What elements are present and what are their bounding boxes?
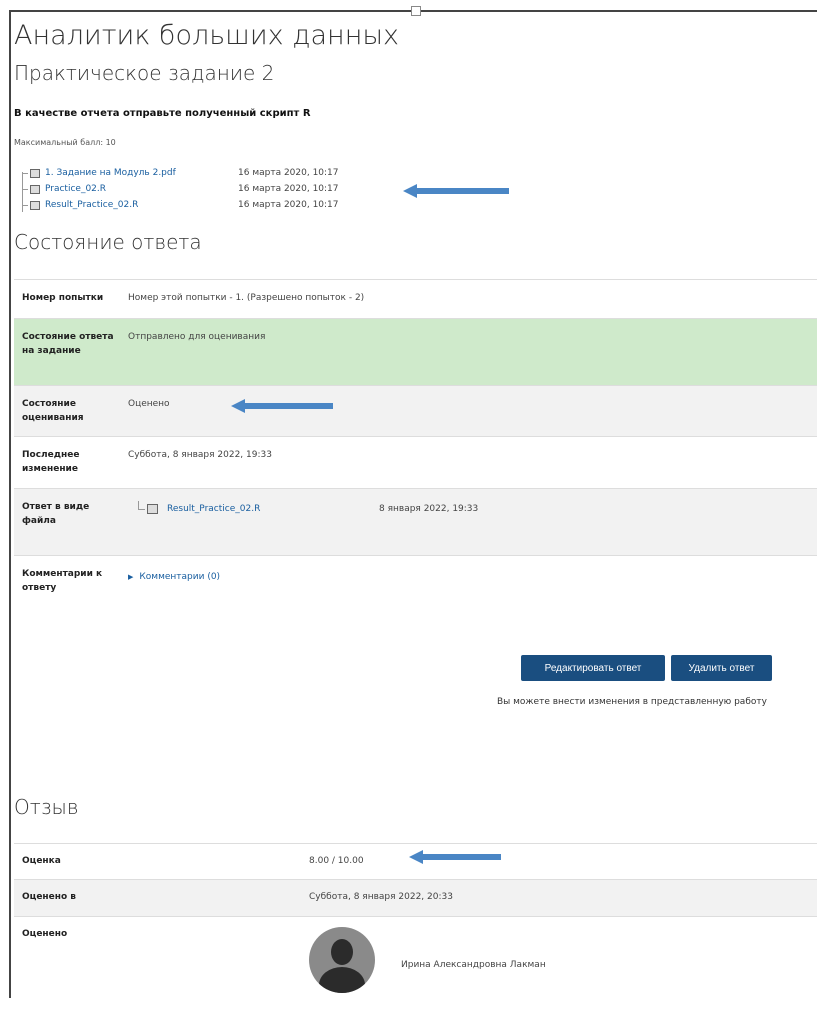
max-grade: Максимальный балл: 10 — [14, 138, 116, 147]
resize-handle[interactable] — [411, 6, 421, 16]
submission-status-value: Отправлено для оценивания — [122, 319, 817, 386]
submission-status-title: Состояние ответа — [14, 230, 202, 254]
table-row: Состояние оценивания Оценено — [14, 386, 817, 437]
attachment-date: 16 марта 2020, 10:17 — [238, 184, 339, 194]
attachment-link[interactable]: Result_Practice_02.R — [45, 200, 238, 210]
submitted-file-date: 8 января 2022, 19:33 — [379, 502, 478, 516]
file-icon — [147, 504, 158, 514]
tree-branch — [22, 205, 28, 206]
table-row: Оценено в Суббота, 8 января 2022, 20:33 — [14, 880, 817, 917]
row-label: Оценено в — [14, 880, 302, 917]
grade-value: 8.00 / 10.00 — [302, 844, 817, 880]
comments-toggle[interactable]: ▶ Комментарии (0) — [128, 570, 817, 584]
annotation-arrow — [231, 399, 333, 413]
file-icon — [30, 201, 40, 210]
annotation-arrow — [403, 184, 509, 198]
comments-link[interactable]: Комментарии (0) — [139, 572, 220, 582]
arrow-shaft — [243, 403, 333, 409]
row-label: Оценено — [14, 917, 302, 1029]
grader-info: Ирина Александровна Лакман — [309, 927, 817, 993]
table-row: Номер попытки Номер этой попытки - 1. (Р… — [14, 280, 817, 319]
row-label: Последнее изменение — [14, 437, 122, 489]
attachment-date: 16 марта 2020, 10:17 — [238, 168, 339, 178]
tree-branch — [22, 173, 28, 174]
pdf-file-icon — [30, 169, 40, 178]
image-frame-left — [9, 10, 11, 998]
row-label: Состояние ответа на задание — [14, 319, 122, 386]
assignment-intro: В качестве отчета отправьте полученный с… — [14, 108, 311, 119]
table-row: Оценено Ирина Александровна Лакман — [14, 917, 817, 1029]
caret-right-icon: ▶ — [128, 573, 133, 581]
attachment-row[interactable]: 1. Задание на Модуль 2.pdf 16 марта 2020… — [22, 166, 339, 180]
avatar-head — [331, 939, 353, 965]
file-icon — [30, 185, 40, 194]
feedback-title: Отзыв — [14, 795, 79, 819]
row-label: Ответ в виде файла — [14, 489, 122, 556]
arrow-shaft — [421, 854, 501, 860]
row-label: Комментарии к ответу — [14, 556, 122, 616]
submitted-file[interactable]: Result_Practice_02.R 8 января 2022, 19:3… — [128, 501, 817, 516]
table-row: Последнее изменение Суббота, 8 января 20… — [14, 437, 817, 489]
attachment-link[interactable]: Practice_02.R — [45, 184, 238, 194]
submitted-file-link[interactable]: Result_Practice_02.R — [167, 502, 379, 516]
feedback-table: Оценка 8.00 / 10.00 Оценено в Суббота, 8… — [14, 843, 817, 1029]
course-title: Аналитик больших данных — [14, 20, 399, 51]
table-row: Ответ в виде файла Result_Practice_02.R … — [14, 489, 817, 556]
attachment-date: 16 марта 2020, 10:17 — [238, 200, 339, 210]
comments-cell: ▶ Комментарии (0) — [122, 556, 817, 616]
table-row: Состояние ответа на задание Отправлено д… — [14, 319, 817, 386]
arrow-shaft — [415, 188, 509, 194]
file-submission-cell: Result_Practice_02.R 8 января 2022, 19:3… — [122, 489, 817, 556]
grader-cell: Ирина Александровна Лакман — [302, 917, 817, 1029]
assignment-title: Практическое задание 2 — [14, 61, 274, 85]
submission-status-table: Номер попытки Номер этой попытки - 1. (Р… — [14, 279, 817, 616]
annotation-arrow — [409, 850, 501, 864]
edit-hint-text: Вы можете внести изменения в представлен… — [497, 697, 767, 707]
last-modified-value: Суббота, 8 января 2022, 19:33 — [122, 437, 817, 489]
attachment-row[interactable]: Practice_02.R 16 марта 2020, 10:17 — [22, 182, 339, 196]
row-label: Номер попытки — [14, 280, 122, 319]
row-value: Номер этой попытки - 1. (Разрешено попыт… — [122, 280, 817, 319]
tree-branch — [138, 501, 145, 510]
attachment-link[interactable]: 1. Задание на Модуль 2.pdf — [45, 168, 238, 178]
grading-status-value: Оценено — [122, 386, 817, 437]
row-label: Оценка — [14, 844, 302, 880]
row-label: Состояние оценивания — [14, 386, 122, 437]
edit-submission-button[interactable]: Редактировать ответ — [521, 655, 665, 681]
avatar[interactable] — [309, 927, 375, 993]
avatar-body — [319, 967, 365, 993]
attachment-row[interactable]: Result_Practice_02.R 16 марта 2020, 10:1… — [22, 198, 339, 212]
graded-on-value: Суббота, 8 января 2022, 20:33 — [302, 880, 817, 917]
table-row: Комментарии к ответу ▶ Комментарии (0) — [14, 556, 817, 616]
grader-name[interactable]: Ирина Александровна Лакман — [401, 960, 546, 970]
delete-submission-button[interactable]: Удалить ответ — [671, 655, 772, 681]
tree-branch — [22, 189, 28, 190]
